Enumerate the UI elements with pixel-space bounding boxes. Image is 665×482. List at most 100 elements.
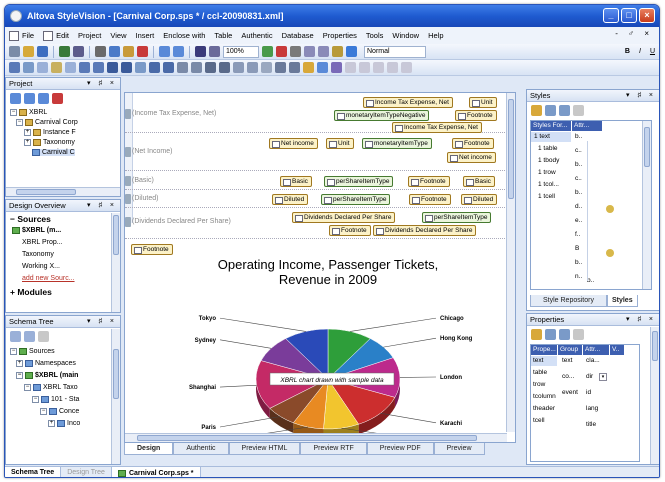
prop-element[interactable]: tcolumn (533, 393, 556, 400)
prop-attr[interactable]: lang (586, 405, 598, 412)
row-diluted[interactable]: (Diluted) Diluted perShareItemType Footn… (125, 191, 505, 208)
prop-group[interactable]: co... (562, 373, 574, 380)
chart-area[interactable]: Operating Income, Passenger Tickets, Rev… (184, 257, 472, 442)
style-attr[interactable]: B (575, 245, 579, 252)
tag-field[interactable]: Dividends Declared Per Share (292, 212, 396, 223)
tag-type[interactable]: perShareItemType (422, 212, 492, 223)
props-remove-icon[interactable] (573, 329, 584, 340)
preview-icon[interactable] (346, 46, 357, 57)
tag-field[interactable]: Dividends Declared Per Share (373, 225, 477, 236)
tree-item-instance[interactable]: + Instance F (24, 129, 76, 136)
maximize-button[interactable]: □ (621, 8, 637, 23)
abc-icon[interactable] (318, 46, 329, 57)
tag-field[interactable]: Basic (463, 176, 495, 187)
tag-field[interactable]: Net income (269, 138, 318, 149)
tag-unit[interactable]: Unit (326, 138, 354, 149)
design-editor[interactable]: (Income Tax Expense, Net) Income Tax Exp… (124, 92, 516, 443)
tab-design-tree[interactable]: Design Tree (61, 467, 112, 477)
zoom-in-icon[interactable] (262, 46, 273, 57)
style-attr[interactable]: c.. (575, 175, 582, 182)
style-item[interactable]: 1 trow (538, 169, 556, 176)
schema-xbrl-main[interactable]: − $XBRL (main (16, 372, 78, 379)
italic-button[interactable]: I (639, 48, 641, 55)
schema-101-sta[interactable]: −101 - Sta (32, 396, 79, 403)
copy-icon[interactable] (109, 46, 120, 57)
prop-attr[interactable]: dir (586, 373, 593, 380)
prop-element[interactable]: trow (533, 381, 545, 388)
bold-button[interactable]: B (625, 48, 630, 55)
menu-help[interactable]: Help (428, 31, 443, 40)
spellcheck-icon[interactable] (304, 46, 315, 57)
new-icon[interactable] (9, 46, 20, 57)
shading-icon[interactable] (275, 62, 286, 73)
tab-preview-html[interactable]: Preview HTML (228, 443, 301, 455)
tag-footnote[interactable]: Footnote (408, 176, 450, 187)
delete-icon[interactable] (137, 46, 148, 57)
redo-icon[interactable] (173, 46, 184, 57)
menu-window[interactable]: Window (392, 31, 419, 40)
style-attr[interactable]: b.. (575, 259, 582, 266)
source-taxonomy[interactable]: Taxonomy (22, 251, 54, 258)
prop-attr[interactable]: id (586, 389, 591, 396)
schema-inco[interactable]: + Inco (48, 420, 80, 427)
style-attr[interactable]: b.. (575, 189, 582, 196)
valign-icon[interactable] (247, 62, 258, 73)
close-button[interactable]: × (639, 8, 655, 23)
prop-element[interactable]: tcell (533, 417, 545, 424)
modules-heading[interactable]: + Modules (10, 287, 52, 297)
tab-document[interactable]: Carnival Corp.sps * (111, 467, 201, 477)
cell-icon[interactable] (107, 62, 118, 73)
menu-authentic[interactable]: Authentic (241, 31, 272, 40)
style-attr[interactable]: b.. (575, 133, 582, 140)
styles-remove-icon[interactable] (573, 105, 584, 116)
paragraph-icon[interactable] (373, 62, 384, 73)
tag-field[interactable]: Income Tax Expense, Net (363, 97, 453, 108)
grid-icon[interactable] (23, 62, 34, 73)
tab-schema-tree[interactable]: Schema Tree (5, 467, 62, 477)
remove-icon[interactable] (52, 93, 63, 104)
open-icon[interactable] (23, 46, 34, 57)
styles-grid-icon[interactable] (545, 105, 556, 116)
row-dividends[interactable]: (Dividends Declared Per Share) Dividends… (125, 209, 505, 239)
prop-group[interactable]: text (562, 357, 572, 364)
add-new-source-link[interactable]: add new Sourc... (22, 275, 75, 282)
tab-styles[interactable]: Styles (606, 295, 638, 307)
insert-row-icon[interactable] (149, 62, 160, 73)
replace-icon[interactable] (209, 46, 220, 57)
image-icon[interactable] (51, 62, 62, 73)
props-sort-icon[interactable] (559, 329, 570, 340)
tag-field[interactable]: Diluted (461, 194, 498, 205)
prop-element[interactable]: text (533, 357, 543, 364)
delete-row-icon[interactable] (205, 62, 216, 73)
style-attr[interactable]: c.. (575, 147, 582, 154)
menu-table[interactable]: Table (214, 31, 232, 40)
tag-field[interactable]: Diluted (272, 194, 309, 205)
tree-item-carnival-file[interactable]: Carnival C (32, 149, 75, 156)
props-grid-icon[interactable] (545, 329, 556, 340)
tab-preview-rtf[interactable]: Preview RTF (300, 443, 367, 455)
tag-type[interactable]: monetaryItemTypeNegative (334, 110, 430, 121)
style-item[interactable]: 1 table (538, 145, 558, 152)
source-working-xml[interactable]: Working X... (22, 263, 60, 270)
tree-item-xbrl[interactable]: − XBRL (10, 109, 47, 116)
tree-item-carnival-corp[interactable]: − Carnival Corp (16, 119, 78, 126)
styles-list-icon[interactable] (531, 105, 542, 116)
append-col-icon[interactable] (191, 62, 202, 73)
row-basic[interactable]: (Basic) Basic perShareItemType Footnote … (125, 173, 505, 190)
editor-hscroll[interactable] (125, 433, 507, 442)
dropdown-arrow-icon[interactable]: ▾ (599, 373, 607, 381)
condition-icon[interactable] (303, 62, 314, 73)
template-icon[interactable] (289, 62, 300, 73)
schema-add-icon[interactable] (10, 331, 21, 342)
style-combo[interactable]: Normal (364, 45, 426, 58)
cut-icon[interactable] (95, 46, 106, 57)
tab-style-repository[interactable]: Style Repository (530, 295, 607, 307)
schema-tree-controls[interactable]: ▾ ♯ × (87, 316, 117, 328)
find-icon[interactable] (195, 46, 206, 57)
styles-sort-icon[interactable] (559, 105, 570, 116)
prop-group[interactable]: event (562, 389, 578, 396)
style-attr[interactable]: f.. (575, 231, 580, 238)
hyperlink-icon[interactable] (359, 62, 370, 73)
style-item[interactable]: 1 tbody (538, 157, 559, 164)
style-item[interactable]: 1 tcol... (538, 181, 559, 188)
